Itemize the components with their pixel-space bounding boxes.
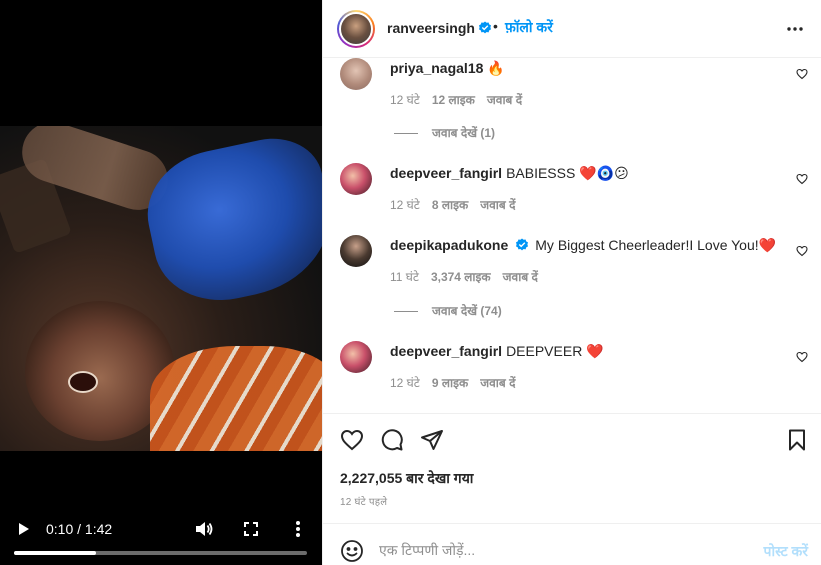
video-blur-shape: [150, 346, 322, 451]
comment-username[interactable]: deepveer_fangirl: [390, 165, 502, 181]
post-header: ranveersingh • फ़ॉलो करें: [323, 0, 821, 58]
comment-text: 🔥: [487, 60, 505, 76]
volume-icon[interactable]: [194, 520, 214, 538]
comment-time[interactable]: 12 घंटे: [390, 376, 420, 390]
avatar[interactable]: [340, 163, 372, 195]
video-blur-shape: [68, 371, 98, 393]
avatar[interactable]: [340, 58, 372, 90]
bookmark-icon[interactable]: [785, 428, 809, 452]
view-count[interactable]: 2,227,055 बार देखा गया: [340, 469, 473, 488]
verified-icon: [516, 238, 529, 251]
comment-likes[interactable]: 8 लाइक: [432, 198, 468, 212]
heart-icon[interactable]: [796, 350, 808, 363]
video-frame[interactable]: [0, 126, 322, 451]
comment-username[interactable]: deepikapadukone: [390, 237, 508, 253]
heart-icon[interactable]: [796, 172, 808, 185]
comment-input[interactable]: [379, 538, 739, 562]
video-progress-bar[interactable]: [14, 551, 307, 555]
view-replies-label: जवाब देखें (74): [432, 304, 502, 318]
comment-icon[interactable]: [380, 428, 404, 452]
avatar[interactable]: [340, 235, 372, 267]
comments-list[interactable]: priya_nagal18 🔥 12 घंटे 12 लाइक जवाब दें जव…: [323, 58, 821, 414]
comment-time[interactable]: 12 घंटे: [390, 198, 420, 212]
more-horizontal-icon[interactable]: [786, 20, 804, 38]
share-icon[interactable]: [420, 428, 444, 452]
reply-button[interactable]: जवाब दें: [503, 270, 538, 284]
follow-button[interactable]: फ़ॉलो करें: [505, 18, 553, 37]
comment-likes[interactable]: 9 लाइक: [432, 376, 468, 390]
comment-likes[interactable]: 3,374 लाइक: [431, 270, 491, 284]
heart-icon[interactable]: [340, 428, 364, 452]
avatar[interactable]: [337, 10, 375, 48]
more-vertical-icon[interactable]: [292, 519, 304, 539]
add-comment-bar: पोस्ट करें: [323, 523, 821, 565]
post-actions: [323, 414, 821, 466]
post-username[interactable]: ranveersingh: [387, 20, 475, 36]
video-player[interactable]: 0:10 / 1:42: [0, 0, 322, 565]
comment-username[interactable]: priya_nagal18: [390, 60, 483, 76]
post-timestamp[interactable]: 12 घंटे पहले: [340, 494, 387, 508]
reply-button[interactable]: जवाब दें: [480, 198, 515, 212]
header-separator: •: [493, 18, 498, 34]
heart-icon[interactable]: [796, 244, 808, 257]
comment-username[interactable]: deepveer_fangirl: [390, 343, 502, 359]
view-replies-button[interactable]: जवाब देखें (74): [394, 302, 502, 319]
comment-time[interactable]: 12 घंटे: [390, 93, 420, 107]
heart-icon[interactable]: [796, 67, 808, 80]
video-blur-shape: [136, 128, 322, 314]
video-progress-fill: [14, 551, 97, 555]
avatar[interactable]: [340, 341, 372, 373]
emoji-icon[interactable]: [340, 539, 364, 563]
reply-button[interactable]: जवाब दें: [487, 93, 522, 107]
view-replies-label: जवाब देखें (1): [432, 126, 496, 140]
comment-text: DEEPVEER ❤️: [506, 343, 604, 359]
reply-button[interactable]: जवाब दें: [480, 376, 515, 390]
video-time: 0:10 / 1:42: [46, 521, 113, 537]
comment-text: My Biggest Cheerleader!I Love You!❤️: [535, 237, 777, 253]
fullscreen-icon[interactable]: [242, 520, 260, 538]
verified-icon: [478, 21, 491, 34]
post-details: ranveersingh • फ़ॉलो करें priya_nagal18 🔥…: [322, 0, 821, 565]
play-icon[interactable]: [14, 520, 32, 538]
post-comment-button[interactable]: पोस्ट करें: [764, 542, 808, 561]
video-controls: 0:10 / 1:42: [0, 514, 322, 565]
comment-likes[interactable]: 12 लाइक: [432, 93, 475, 107]
view-replies-button[interactable]: जवाब देखें (1): [394, 124, 495, 141]
comment-text: BABIESSS ❤️🧿😕: [506, 165, 629, 181]
comment-time[interactable]: 11 घंटे: [390, 270, 419, 284]
